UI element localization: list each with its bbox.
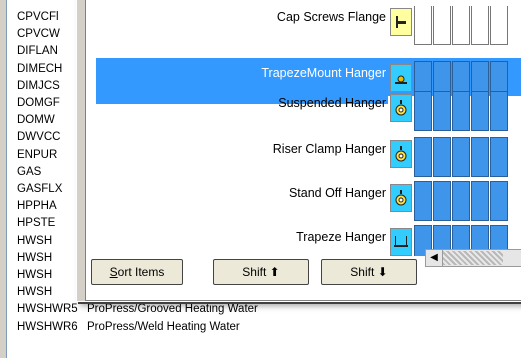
shift-down-label: Shift ⬇ (350, 265, 388, 279)
grid-cell[interactable] (414, 6, 432, 45)
item-label: Stand Off Hanger (288, 186, 386, 200)
riser-clamp-icon (390, 140, 412, 168)
scroll-thumb[interactable] (443, 251, 503, 265)
list-item-code: HWSHWR5 (17, 303, 78, 316)
grid-cell[interactable] (414, 181, 432, 221)
grid-cell[interactable] (452, 91, 470, 131)
item-label-area[interactable]: Cap Screws Flange (96, 6, 388, 48)
item-grid (414, 88, 521, 134)
sort-items-mnemonic: S (109, 265, 118, 279)
grid-cell[interactable] (490, 6, 508, 45)
item-label: Riser Clamp Hanger (272, 142, 386, 156)
list-item[interactable]: HWSHWR6 ProPress/Weld Heating Water (17, 320, 240, 334)
items-panel[interactable]: Cap Screws Flange TrapezeMount Hanger Susp… (96, 6, 521, 256)
shift-up-button[interactable]: Shift ⬆ (213, 259, 309, 285)
item-label-area[interactable]: Suspended Hanger (96, 88, 388, 134)
item-label: Suspended Hanger (278, 96, 386, 110)
shift-down-button[interactable]: Shift ⬇ (321, 259, 417, 285)
list-item-description: ProPress/Weld Heating Water (87, 320, 240, 333)
item-label: TrapezeMount Hanger (261, 66, 386, 80)
item-row[interactable]: Stand Off Hanger (96, 178, 521, 224)
trapeze-hanger-icon (390, 228, 412, 256)
scroll-left-arrow-icon[interactable]: ◀ (426, 250, 443, 266)
grid-cell[interactable] (471, 91, 489, 131)
grid-cell[interactable] (433, 6, 451, 45)
item-label: Cap Screws Flange (276, 10, 386, 24)
item-label: Trapeze Hanger (296, 230, 386, 244)
stand-off-hanger-icon (390, 184, 412, 212)
grid-cell[interactable] (452, 137, 470, 177)
grid-cell[interactable] (433, 137, 451, 177)
grid-cell[interactable] (414, 91, 432, 131)
item-grid (414, 178, 521, 224)
list-item-code: HWSHWR6 (17, 320, 78, 333)
item-row[interactable]: Riser Clamp Hanger (96, 134, 521, 180)
item-grid (414, 6, 521, 48)
grid-cell[interactable] (433, 181, 451, 221)
grid-cell[interactable] (471, 137, 489, 177)
grid-cell[interactable] (471, 6, 489, 45)
list-item-description: ProPress/Grooved Heating Water (87, 303, 258, 316)
grid-cell[interactable] (490, 137, 508, 177)
sort-items-button[interactable]: Sort Items (91, 259, 183, 285)
grid-cell[interactable] (452, 181, 470, 221)
grid-cell[interactable] (490, 91, 508, 131)
item-label-area[interactable]: Riser Clamp Hanger (96, 134, 388, 180)
grid-cell[interactable] (452, 6, 470, 45)
sort-items-dialog: Cap Screws Flange TrapezeMount Hanger Susp… (76, 0, 521, 302)
shift-up-label: Shift ⬆ (242, 265, 280, 279)
suspended-hanger-icon (390, 94, 412, 122)
flange-icon (390, 8, 412, 36)
item-row[interactable]: Suspended Hanger (96, 88, 521, 134)
grid-cell[interactable] (433, 91, 451, 131)
grid-cell[interactable] (490, 181, 508, 221)
grid-cell[interactable] (414, 137, 432, 177)
item-label-area[interactable]: Trapeze Hanger (96, 222, 388, 256)
sort-items-label: ort Items (117, 265, 165, 279)
list-item[interactable]: HWSHWR5 ProPress/Grooved Heating Water (17, 302, 258, 316)
item-grid (414, 134, 521, 180)
grid-cell[interactable] (471, 181, 489, 221)
item-label-area[interactable]: Stand Off Hanger (96, 178, 388, 224)
horizontal-scrollbar[interactable]: ◀ (425, 249, 521, 267)
item-row[interactable]: Cap Screws Flange (96, 6, 521, 48)
